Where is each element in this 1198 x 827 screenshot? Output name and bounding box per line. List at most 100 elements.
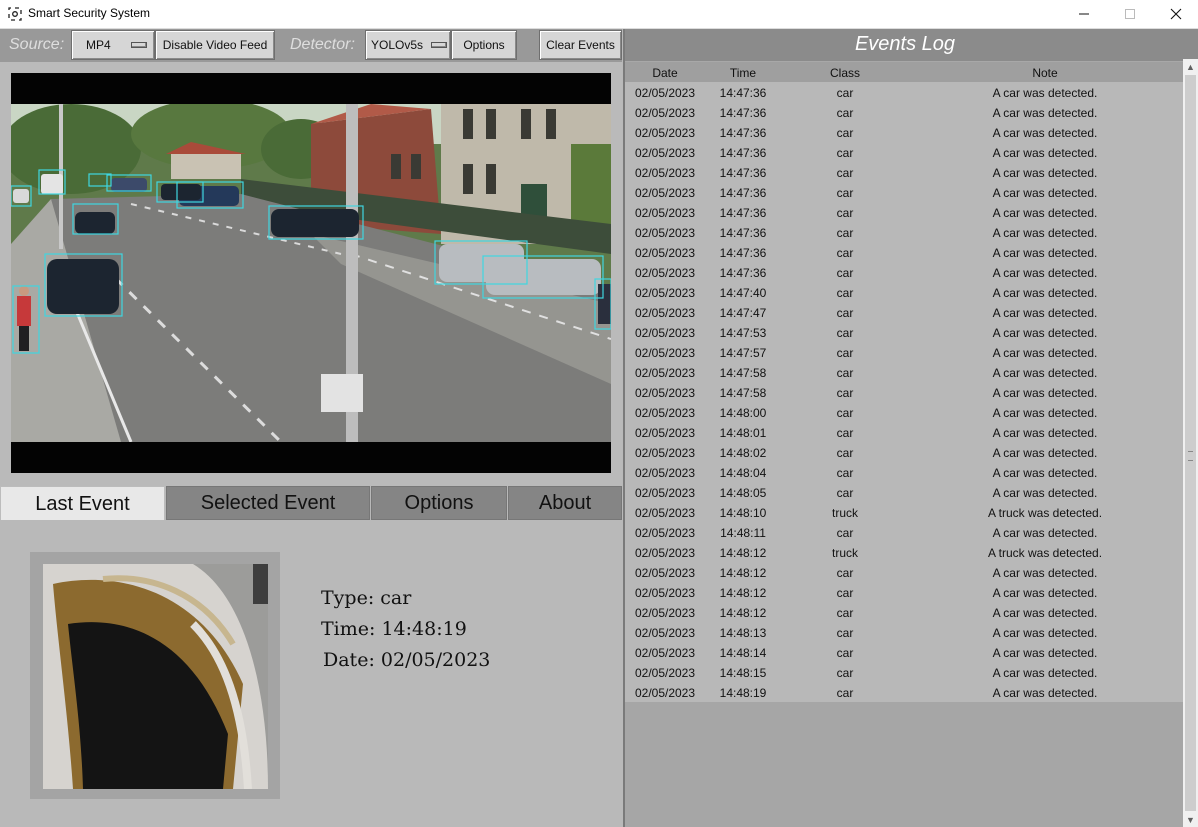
row-date: 02/05/2023 [634,546,696,560]
table-row[interactable]: 02/05/2023 14:47:36 car A car was detected. [625,182,1183,202]
row-time: 14:47:36 [719,186,767,200]
row-date: 02/05/2023 [634,686,696,700]
table-row[interactable]: 02/05/2023 14:48:13 car A car was detected. [625,622,1183,642]
title-bar: Smart Security System [0,0,1198,29]
table-row[interactable]: 02/05/2023 14:47:36 car A car was detected. [625,82,1183,102]
row-time: 14:47:36 [719,226,767,240]
table-row[interactable]: 02/05/2023 14:47:36 car A car was detected. [625,102,1183,122]
tab-selected-event[interactable]: Selected Event [166,486,370,520]
scrollbar-thumb[interactable] [1185,75,1196,811]
table-row[interactable]: 02/05/2023 14:48:12 car A car was detected. [625,602,1183,622]
table-row[interactable]: 02/05/2023 14:47:36 car A car was detected. [625,202,1183,222]
close-icon [1170,8,1182,20]
row-class: car [836,666,854,680]
table-row[interactable]: 02/05/2023 14:47:58 car A car was detected. [625,382,1183,402]
table-row[interactable]: 02/05/2023 14:47:36 car A car was detected. [625,142,1183,162]
minimize-button[interactable] [1061,0,1107,28]
options-button[interactable]: Options [451,30,517,60]
row-time: 14:48:05 [719,486,767,500]
row-date: 02/05/2023 [634,346,696,360]
row-time: 14:48:02 [719,446,767,460]
tab-options[interactable]: Options [371,486,507,520]
table-row[interactable]: 02/05/2023 14:47:36 car A car was detected. [625,242,1183,262]
table-row[interactable]: 02/05/2023 14:47:47 car A car was detected. [625,302,1183,322]
row-date: 02/05/2023 [634,646,696,660]
events-log-scrollbar[interactable]: ▲ ▼ [1183,59,1198,827]
table-row[interactable]: 02/05/2023 14:48:14 car A car was detected. [625,642,1183,662]
row-date: 02/05/2023 [634,306,696,320]
table-row[interactable]: 02/05/2023 14:47:58 car A car was detected. [625,362,1183,382]
row-class: car [836,206,854,220]
row-date: 02/05/2023 [634,666,696,680]
event-type-value: car [380,587,412,609]
table-row[interactable]: 02/05/2023 14:47:36 car A car was detected. [625,162,1183,182]
column-header-time[interactable]: Time [703,66,783,80]
row-class: car [836,526,854,540]
minimize-icon [1079,13,1089,15]
table-row[interactable]: 02/05/2023 14:48:12 car A car was detected. [625,562,1183,582]
row-class: car [836,386,854,400]
event-time: Time: 14:48:19 [321,618,467,640]
table-row[interactable]: 02/05/2023 14:48:10 truck A truck was detec… [625,502,1183,522]
row-note: A car was detected. [992,86,1098,100]
row-date: 02/05/2023 [634,506,696,520]
clear-events-button[interactable]: Clear Events [539,30,622,60]
row-note: A car was detected. [992,206,1098,220]
row-time: 14:47:36 [719,146,767,160]
row-time: 14:48:14 [719,646,767,660]
detector-dropdown[interactable]: YOLOv5s [365,30,451,60]
row-date: 02/05/2023 [634,406,696,420]
row-note: A car was detected. [992,286,1098,300]
disable-video-feed-button[interactable]: Disable Video Feed [155,30,275,60]
table-row[interactable]: 02/05/2023 14:47:36 car A car was detected. [625,222,1183,242]
table-row[interactable]: 02/05/2023 14:48:05 car A car was detected. [625,482,1183,502]
table-row[interactable]: 02/05/2023 14:47:36 car A car was detected. [625,262,1183,282]
row-class: car [836,306,854,320]
camera-target-icon [8,7,22,21]
table-row[interactable]: 02/05/2023 14:48:01 car A car was detected. [625,422,1183,442]
row-class: car [836,246,854,260]
row-note: A car was detected. [992,226,1098,240]
row-class: car [836,286,854,300]
row-note: A car was detected. [992,366,1098,380]
row-class: car [836,686,854,700]
table-row[interactable]: 02/05/2023 14:48:12 car A car was detected. [625,582,1183,602]
row-class: car [836,406,854,420]
column-header-note[interactable]: Note [925,66,1165,80]
table-row[interactable]: 02/05/2023 14:47:53 car A car was detected. [625,322,1183,342]
row-time: 14:48:11 [720,526,766,540]
table-row[interactable]: 02/05/2023 14:48:15 car A car was detected. [625,662,1183,682]
event-date-value: 02/05/2023 [380,649,491,671]
table-row[interactable]: 02/05/2023 14:48:12 truck A truck was detec… [625,542,1183,562]
source-dropdown[interactable]: MP4 [71,30,155,60]
row-time: 14:48:19 [719,686,767,700]
column-header-date[interactable]: Date [625,66,705,80]
window-title: Smart Security System [28,6,151,20]
close-button[interactable] [1153,0,1198,28]
row-note: A car was detected. [992,486,1098,500]
tab-about[interactable]: About [508,486,622,520]
row-date: 02/05/2023 [634,146,696,160]
table-row[interactable]: 02/05/2023 14:48:04 car A car was detected. [625,462,1183,482]
table-row[interactable]: 02/05/2023 14:48:02 car A car was detected. [625,442,1183,462]
row-date: 02/05/2023 [634,526,696,540]
table-row[interactable]: 02/05/2023 14:48:11 car A car was detected. [625,522,1183,542]
column-header-class[interactable]: Class [805,66,885,80]
row-class: car [836,326,854,340]
tab-last-event[interactable]: Last Event [0,486,165,521]
table-row[interactable]: 02/05/2023 14:48:19 car A car was detected. [625,682,1183,702]
row-class: car [836,126,854,140]
table-row[interactable]: 02/05/2023 14:47:40 car A car was detected. [625,282,1183,302]
table-row[interactable]: 02/05/2023 14:47:57 car A car was detected. [625,342,1183,362]
table-row[interactable]: 02/05/2023 14:47:36 car A car was detected. [625,122,1183,142]
row-time: 14:47:58 [719,386,767,400]
scroll-down-arrow-icon[interactable]: ▼ [1183,812,1198,827]
events-table-header: Date Time Class Note [625,62,1183,82]
row-date: 02/05/2023 [634,566,696,580]
table-row[interactable]: 02/05/2023 14:48:00 car A car was detected. [625,402,1183,422]
scroll-up-arrow-icon[interactable]: ▲ [1183,59,1198,74]
row-note: A car was detected. [992,466,1098,480]
tab-bar: Last Event Selected Event Options About [0,486,622,521]
maximize-button[interactable] [1107,0,1153,28]
row-date: 02/05/2023 [634,186,696,200]
